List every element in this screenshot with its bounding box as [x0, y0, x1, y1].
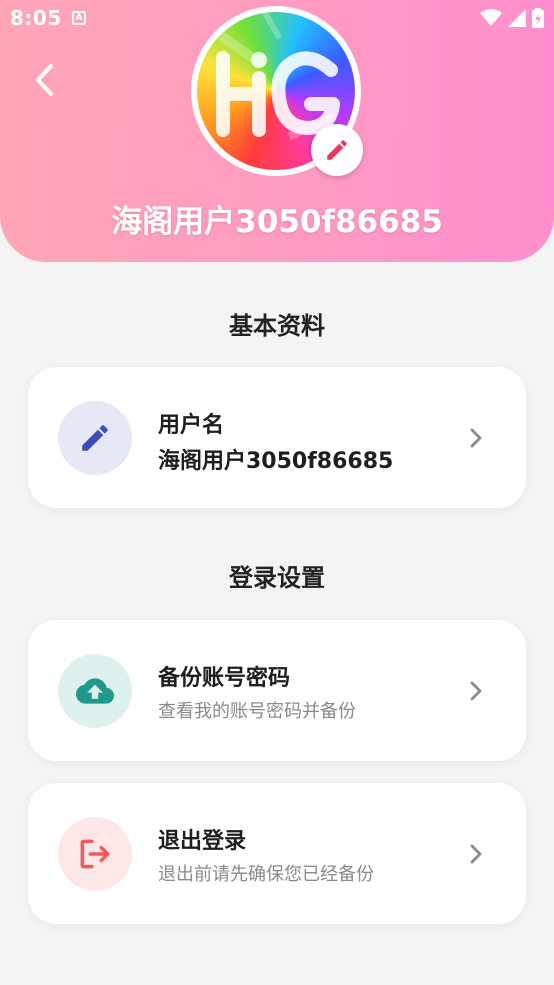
username-card-icon-circle	[58, 401, 132, 475]
logout-card[interactable]: 退出登录 退出前请先确保您已经备份	[28, 783, 526, 924]
back-button[interactable]	[22, 56, 66, 104]
backup-account-card[interactable]: 备份账号密码 查看我的账号密码并备份	[28, 620, 526, 761]
signal-icon	[508, 9, 526, 27]
battery-icon	[532, 8, 544, 28]
edit-avatar-button[interactable]	[311, 124, 363, 176]
cloud-upload-icon	[76, 678, 114, 704]
chevron-right-icon	[470, 428, 482, 448]
logout-card-icon-circle	[58, 817, 132, 891]
logout-card-title: 退出登录	[158, 829, 247, 854]
avatar-letters	[216, 51, 340, 137]
section-title-basic-info: 基本资料	[229, 312, 325, 340]
username-card-value: 海阁用户3050f86685	[158, 449, 394, 474]
wifi-icon	[480, 9, 502, 26]
profile-username: 海阁用户3050f86685	[111, 204, 443, 240]
backup-card-subtitle: 查看我的账号密码并备份	[158, 701, 356, 722]
username-card[interactable]: 用户名 海阁用户3050f86685	[28, 367, 526, 508]
notification-icon: A	[72, 11, 86, 25]
backup-card-title: 备份账号密码	[158, 666, 291, 691]
backup-card-icon-circle	[58, 654, 132, 728]
chevron-right-icon	[470, 681, 482, 701]
chevron-right-icon	[470, 844, 482, 864]
pencil-icon	[82, 425, 108, 451]
back-arrow-icon	[36, 64, 53, 96]
logout-card-subtitle: 退出前请先确保您已经备份	[158, 864, 374, 885]
logout-icon	[80, 839, 110, 869]
status-time: 8:05	[10, 6, 62, 30]
username-card-title: 用户名	[158, 413, 225, 438]
pencil-icon	[327, 140, 347, 160]
avatar-container[interactable]	[191, 6, 363, 176]
section-title-login-settings: 登录设置	[229, 564, 325, 592]
